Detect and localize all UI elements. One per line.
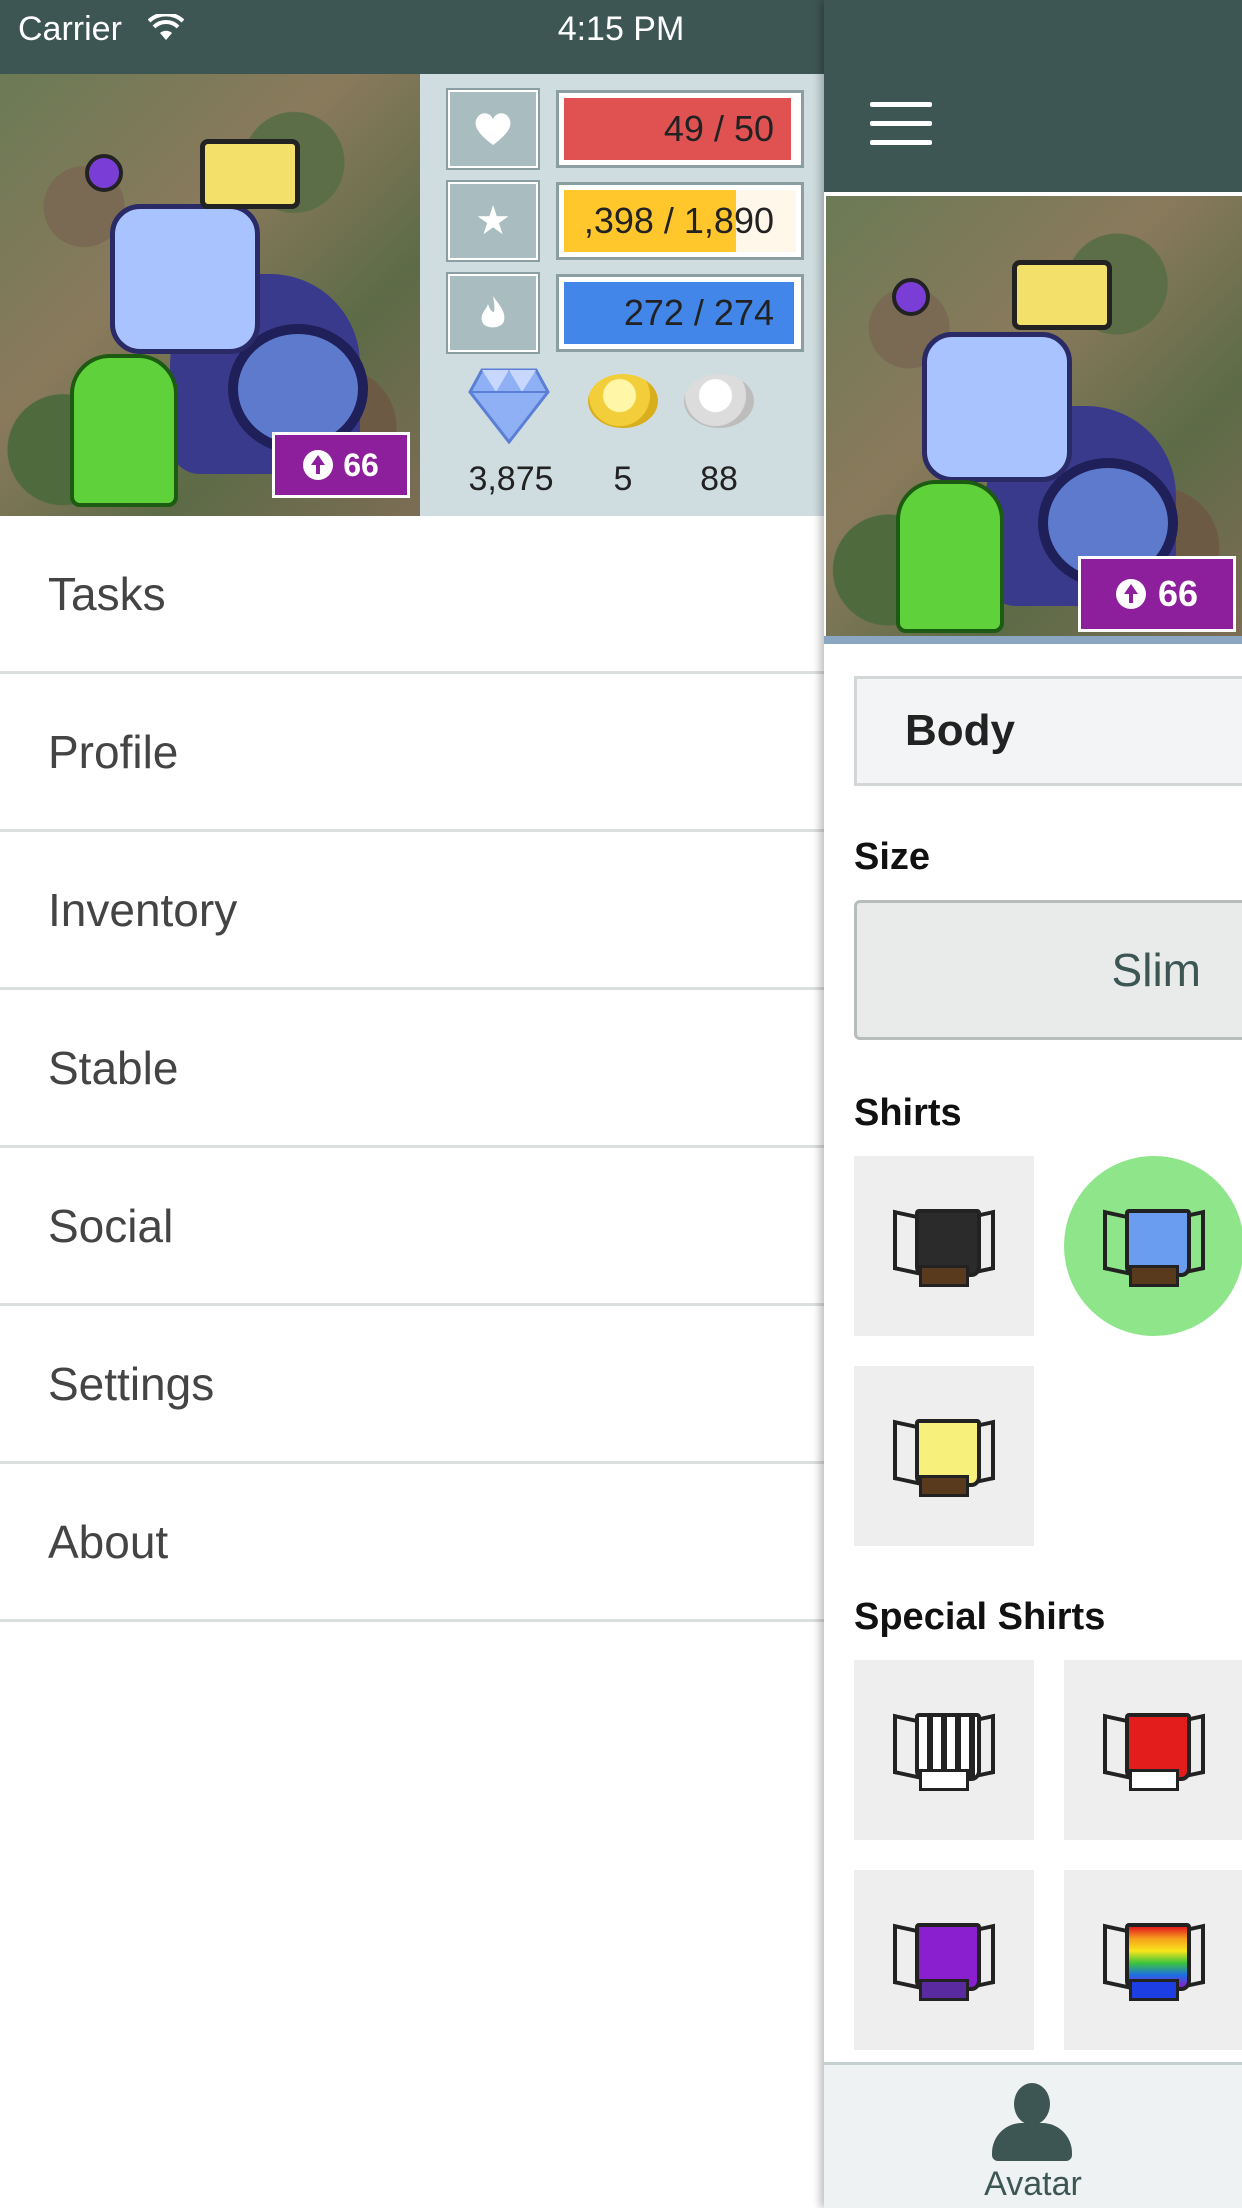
shirt-rainbow-icon xyxy=(1099,1917,1209,2003)
heart-icon xyxy=(446,88,540,170)
experience-value: ,398 / 1,890 xyxy=(583,200,774,241)
panel-navigation-bar xyxy=(824,0,1242,192)
shirt-option-black[interactable] xyxy=(854,1156,1034,1336)
panel-avatar-body xyxy=(922,332,1072,482)
avatar-tab-icon[interactable] xyxy=(992,2083,1072,2161)
shirt-blue-icon xyxy=(1099,1203,1209,1289)
mana-bar: 272 / 274 xyxy=(556,274,804,352)
health-bar-track: 49 / 50 xyxy=(564,98,796,160)
special-shirt-option-red[interactable] xyxy=(1064,1660,1242,1840)
menu-item-about[interactable]: About xyxy=(0,1464,824,1622)
panel-avatar-staff-gem xyxy=(892,278,930,316)
special-shirts-section-label: Special Shirts xyxy=(854,1596,1106,1638)
avatar-headgear xyxy=(200,139,300,209)
health-value: 49 / 50 xyxy=(663,108,774,149)
panel-level-up-icon xyxy=(1115,579,1146,609)
level-badge: 66 xyxy=(272,432,410,498)
experience-bar: ,398 / 1,890 xyxy=(556,182,804,260)
special-shirt-option-rainbow[interactable] xyxy=(1064,1870,1242,2050)
mana-bar-track: 272 / 274 xyxy=(564,282,796,344)
hamburger-menu-icon[interactable] xyxy=(870,102,932,146)
size-section-label: Size xyxy=(854,836,931,878)
gold-count: 5 xyxy=(613,460,633,498)
health-bar: 49 / 50 xyxy=(556,90,804,168)
experience-bar-track: ,398 / 1,890 xyxy=(564,190,796,252)
special-shirt-option-zebra[interactable] xyxy=(854,1660,1034,1840)
avatar-staff-gem xyxy=(85,154,123,192)
avatar-body xyxy=(110,204,260,354)
shirt-purple-icon xyxy=(889,1917,999,2003)
level-value: 66 xyxy=(343,446,379,483)
shirt-black-icon xyxy=(889,1203,999,1289)
shirt-option-yellow[interactable] xyxy=(854,1366,1034,1546)
side-menu: Tasks Profile Inventory Stable Social Se… xyxy=(0,516,824,1622)
shirt-option-blue-selected[interactable] xyxy=(1064,1156,1242,1336)
gold-coin-icon xyxy=(588,374,658,428)
panel-avatar-divider xyxy=(824,636,1242,644)
menu-item-stable[interactable]: Stable xyxy=(0,990,824,1148)
level-up-icon xyxy=(303,450,334,480)
panel-avatar-pet xyxy=(896,480,1004,633)
shirt-zebra-icon xyxy=(889,1707,999,1793)
menu-item-inventory[interactable]: Inventory xyxy=(0,832,824,990)
silver-coin-icon xyxy=(684,374,754,428)
panel-level-value: 66 xyxy=(1157,573,1199,614)
avatar[interactable]: 66 xyxy=(0,74,420,516)
shirt-red-icon xyxy=(1099,1707,1209,1793)
menu-item-settings[interactable]: Settings xyxy=(0,1306,824,1464)
panel-avatar-headgear xyxy=(1012,260,1112,330)
shirts-section-label: Shirts xyxy=(854,1092,962,1134)
menu-item-tasks[interactable]: Tasks xyxy=(0,516,824,674)
menu-item-social[interactable]: Social xyxy=(0,1148,824,1306)
panel-level-badge: 66 xyxy=(1078,556,1236,632)
tab-body[interactable]: Body xyxy=(854,676,1242,786)
size-value: Slim xyxy=(1111,944,1201,996)
user-stats-header: 66 49 / 50 ★ ,398 / 1,890 272 / 274 3,87… xyxy=(0,74,824,516)
star-icon: ★ xyxy=(446,180,540,262)
shirt-yellow-icon xyxy=(889,1413,999,1499)
size-selector[interactable]: Slim xyxy=(854,900,1242,1040)
tab-bar: Avatar xyxy=(824,2062,1242,2208)
gems-count: 3,875 xyxy=(468,460,554,498)
fire-icon xyxy=(446,272,540,354)
mana-value: 272 / 274 xyxy=(623,292,774,333)
silver-count: 88 xyxy=(700,460,738,498)
gem-icon xyxy=(468,368,550,444)
special-shirt-option-purple[interactable] xyxy=(854,1870,1034,2050)
menu-item-profile[interactable]: Profile xyxy=(0,674,824,832)
avatar-pet xyxy=(70,354,178,507)
avatar-tab-label[interactable]: Avatar xyxy=(824,2165,1242,2204)
avatar-customize-panel: 66 Body Size Slim Shirts Special Shirts … xyxy=(824,0,1242,2208)
